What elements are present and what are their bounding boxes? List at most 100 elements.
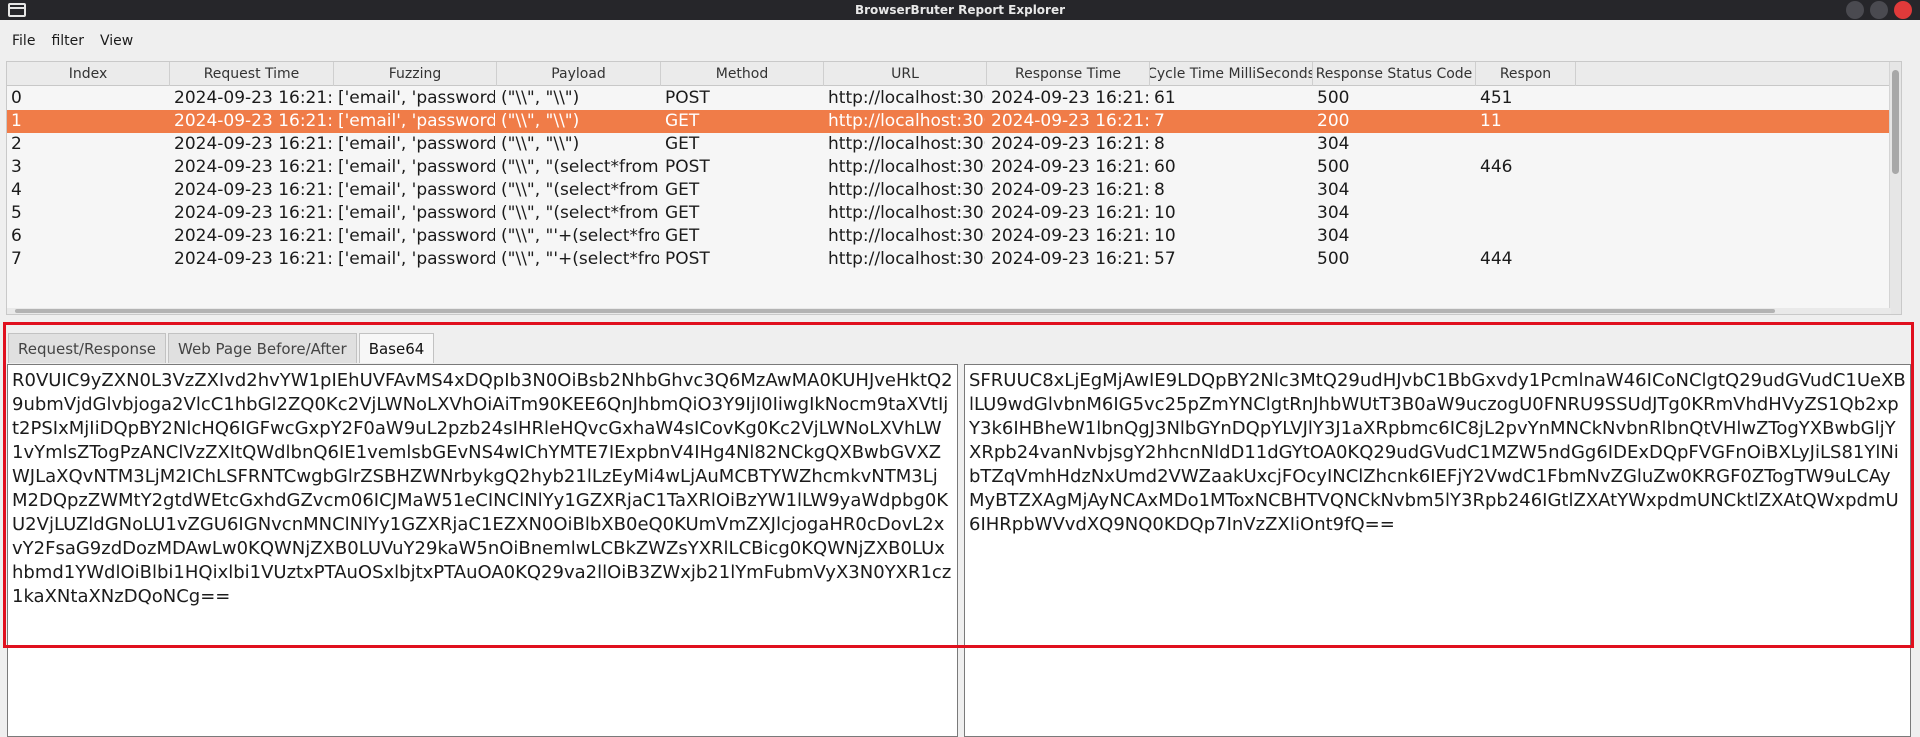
table-cell: GET	[665, 226, 700, 246]
table-cell: http://localhost:3000/	[828, 157, 985, 177]
table-cell: POST	[665, 157, 710, 177]
table-cell	[1480, 225, 1574, 248]
table-cell: GET	[665, 134, 700, 154]
column-header[interactable]: Cycle Time MilliSeconds	[1150, 62, 1313, 86]
table-cell: 444	[1480, 249, 1513, 269]
table-cell	[1480, 133, 1574, 156]
column-header[interactable]: Request Time	[170, 62, 334, 86]
report-table[interactable]: Index Request Time Fuzzing Payload Method URL…	[6, 61, 1902, 315]
table-cell: 304	[1317, 226, 1350, 246]
table-cell: 2024-09-23 16:21:14	[991, 134, 1148, 154]
table-cell: ['email', 'password']	[338, 157, 495, 177]
table-cell: 5	[11, 203, 22, 223]
table-cell: http://localhost:3000/	[828, 180, 985, 200]
table-cell: http://localhost:3000/	[828, 249, 985, 269]
table-cell: 2024-09-23 16:21:16	[174, 249, 332, 269]
table-cell: 11	[1480, 111, 1502, 131]
table-row[interactable]: 5 2024-09-23 16:21:15 ['email', 'password'…	[7, 202, 1901, 225]
column-header[interactable]: URL	[824, 62, 987, 86]
table-row[interactable]: 3 2024-09-23 16:21:15 ['email', 'password'…	[7, 156, 1901, 179]
table-cell: 2024-09-23 16:21:15	[991, 203, 1148, 223]
table-row[interactable]: 0 2024-09-23 16:21:14 ['email', 'password'…	[7, 87, 1901, 110]
table-row[interactable]: 4 2024-09-23 16:21:15 ['email', 'password'…	[7, 179, 1901, 202]
close-button[interactable]	[1894, 1, 1912, 19]
table-row[interactable]: 7 2024-09-23 16:21:16 ['email', 'password'…	[7, 248, 1901, 271]
table-cell: ['email', 'password']	[338, 111, 495, 131]
column-header[interactable]: Fuzzing	[334, 62, 497, 86]
scrollbar-thumb[interactable]	[1892, 70, 1899, 174]
column-header[interactable]: Response Status Code	[1313, 62, 1476, 86]
table-cell: ['email', 'password']	[338, 249, 495, 269]
table-cell: 500	[1317, 249, 1350, 269]
table-cell: ['email', 'password']	[338, 88, 495, 108]
table-cell: 2024-09-23 16:21:14	[991, 111, 1148, 131]
table-cell: 2024-09-23 16:21:16	[991, 249, 1148, 269]
column-header[interactable]: Index	[7, 62, 170, 86]
column-header[interactable]: Method	[661, 62, 824, 86]
table-cell: 2024-09-23 16:21:15	[174, 180, 332, 200]
table-cell: http://localhost:3000/	[828, 111, 985, 131]
table-cell: http://localhost:3000/	[828, 88, 985, 108]
scrollbar-thumb[interactable]	[15, 309, 1775, 313]
table-cell: 0	[11, 88, 22, 108]
column-header[interactable]: Response Time	[987, 62, 1150, 86]
window-title: BrowserBruter Report Explorer	[854, 3, 1066, 17]
table-cell: 10	[1154, 203, 1176, 223]
menu-view[interactable]: View	[100, 33, 133, 49]
table-cell: 304	[1317, 134, 1350, 154]
table-cell: 2	[11, 134, 22, 154]
table-cell: 2024-09-23 16:21:14	[174, 88, 332, 108]
table-cell: 2024-09-23 16:21:16	[174, 226, 332, 246]
table-cell: 10	[1154, 226, 1176, 246]
table-cell: 61	[1154, 88, 1176, 108]
table-cell: GET	[665, 111, 700, 131]
table-cell: 2024-09-23 16:21:15	[174, 157, 332, 177]
table-row[interactable]: 2 2024-09-23 16:21:14 ['email', 'password'…	[7, 133, 1901, 156]
table-row[interactable]: 6 2024-09-23 16:21:16 ['email', 'password'…	[7, 225, 1901, 248]
maximize-button[interactable]	[1870, 1, 1888, 19]
table-cell: 1	[11, 111, 22, 131]
table-cell: 6	[11, 226, 22, 246]
table-cell: http://localhost:3000/	[828, 134, 985, 154]
menu-file[interactable]: File	[12, 33, 35, 49]
table-cell: 451	[1480, 88, 1513, 108]
app-icon	[8, 3, 26, 17]
table-cell: ("\\", "\\")	[501, 88, 580, 108]
table-cell: GET	[665, 203, 700, 223]
table-cell: 3	[11, 157, 22, 177]
base64-request-pane[interactable]: R0VUIC9yZXN0L3VzZXIvd2hvYW1pIEhUVFAvMS4x…	[7, 364, 958, 737]
menu-filter[interactable]: filter	[51, 33, 84, 49]
column-header[interactable]: Respon	[1476, 62, 1576, 86]
panel-splitter[interactable]	[0, 318, 1920, 328]
table-cell: POST	[665, 88, 710, 108]
base64-response-pane[interactable]: SFRUUC8xLjEgMjAwIE9LDQpBY2Nlc3MtQ29udHJv…	[964, 364, 1911, 737]
table-cell: 200	[1317, 111, 1350, 131]
table-cell: 2024-09-23 16:21:15	[991, 180, 1148, 200]
table-cell: 8	[1154, 180, 1165, 200]
table-cell: ("\\", "(select*from(se	[501, 203, 659, 223]
table-cell: ("\\", "'+(select*from(	[501, 249, 659, 269]
table-cell	[1480, 202, 1574, 225]
table-cell: ("\\", "\\")	[501, 111, 580, 131]
splitter-grip[interactable]	[944, 322, 976, 325]
table-cell: 446	[1480, 157, 1513, 177]
table-row[interactable]: 1 2024-09-23 16:21:14 ['email', 'password'…	[7, 110, 1901, 133]
table-cell: 7	[1154, 111, 1165, 131]
table-cell: ['email', 'password']	[338, 203, 495, 223]
table-cell: ['email', 'password']	[338, 226, 495, 246]
title-bar: BrowserBruter Report Explorer	[0, 0, 1920, 20]
tab-web-page-before-after[interactable]: Web Page Before/After	[168, 333, 357, 363]
table-cell: ['email', 'password']	[338, 134, 495, 154]
tab-base64[interactable]: Base64	[358, 333, 435, 363]
column-header[interactable]: Payload	[497, 62, 661, 86]
window-controls	[1846, 1, 1912, 19]
minimize-button[interactable]	[1846, 1, 1864, 19]
table-cell: ['email', 'password']	[338, 180, 495, 200]
tab-request-response[interactable]: Request/Response	[8, 333, 167, 363]
table-cell: 304	[1317, 203, 1350, 223]
table-horizontal-scrollbar[interactable]	[7, 308, 1891, 314]
table-cell: 2024-09-23 16:21:14	[174, 111, 332, 131]
table-cell: http://localhost:3000/	[828, 203, 985, 223]
table-header: Index Request Time Fuzzing Payload Method URL…	[7, 62, 1901, 86]
table-vertical-scrollbar[interactable]	[1889, 62, 1901, 314]
